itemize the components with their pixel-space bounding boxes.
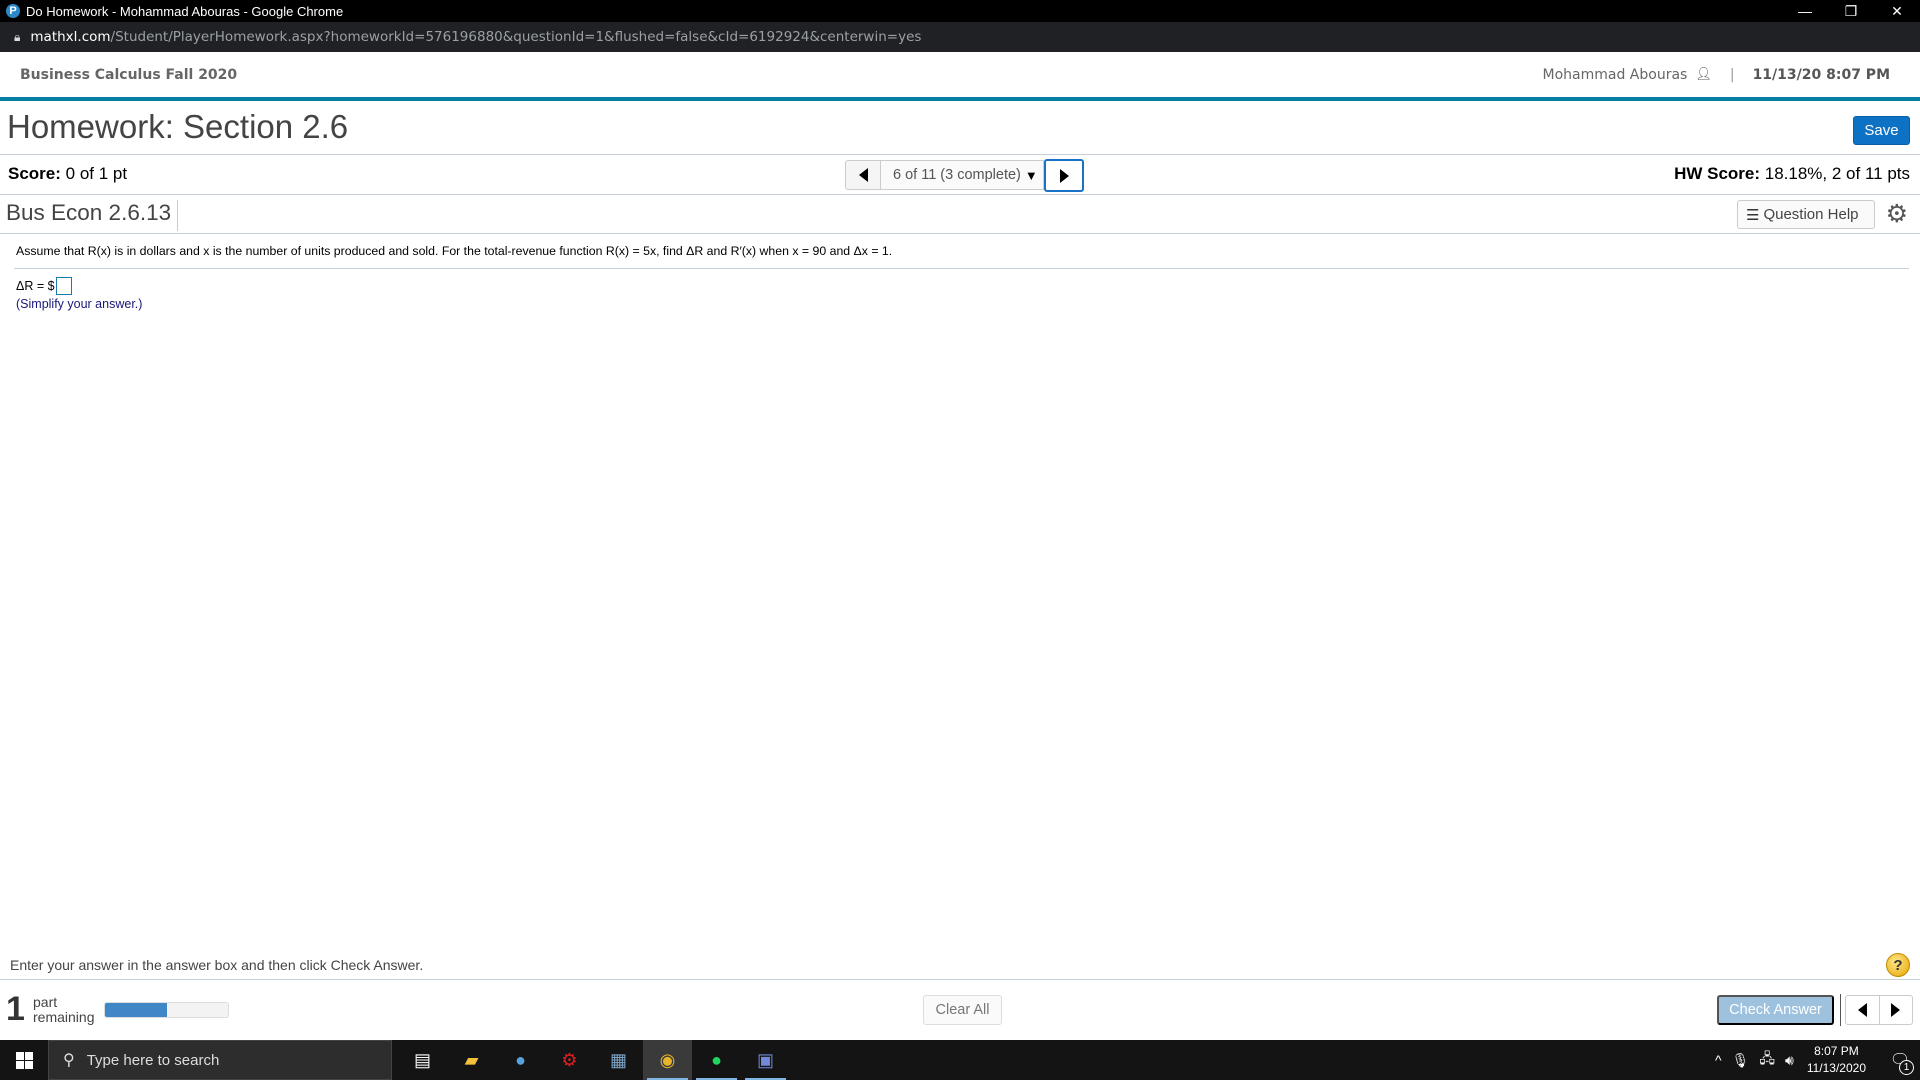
divider — [0, 194, 1920, 195]
course-name: Business Calculus Fall 2020 — [20, 66, 238, 83]
progress-bar — [104, 1002, 229, 1018]
divider — [0, 979, 1920, 980]
score-label: Score: — [8, 164, 61, 183]
question-help-label: Question Help — [1763, 206, 1859, 223]
clock-time: 8:07 PM — [1814, 1044, 1859, 1058]
header-datetime: 11/13/20 8:07 PM — [1752, 66, 1890, 83]
previous-part-button[interactable] — [1846, 996, 1880, 1024]
part-navigator — [1845, 995, 1913, 1025]
clear-all-button[interactable]: Clear All — [923, 995, 1002, 1025]
list-icon: ☰ — [1746, 206, 1760, 224]
windows-logo-icon — [15, 1051, 33, 1069]
search-icon: ⚲ — [63, 1052, 75, 1069]
triangle-right-icon — [1059, 168, 1069, 183]
question-id: Bus Econ 2.6.13 — [6, 200, 179, 231]
window-title: Do Homework - Mohammad Abouras - Google … — [26, 3, 344, 19]
notification-center-icon[interactable]: 🗨︎ 1 — [1880, 1040, 1920, 1080]
parts-remaining-label: part remaining — [33, 995, 94, 1025]
question-score: Score: 0 of 1 pt — [8, 164, 127, 184]
discord-icon[interactable]: ▣ — [741, 1040, 790, 1080]
parts-label-line2: remaining — [33, 1009, 95, 1025]
file-explorer-icon[interactable]: ▰ — [447, 1040, 496, 1080]
microphone-icon[interactable]: 🎙︎ — [1732, 1052, 1750, 1069]
close-button[interactable]: ✕ — [1874, 0, 1920, 22]
clock-date: 11/13/2020 — [1806, 1061, 1866, 1075]
course-header: Business Calculus Fall 2020 Mohammad Abo… — [0, 52, 1920, 101]
triangle-left-icon — [1857, 1003, 1867, 1017]
window-controls: — ❐ ✕ — [1782, 0, 1920, 22]
answer-line: ΔR = $ — [16, 277, 72, 295]
task-view-icon[interactable]: ▤ — [398, 1040, 447, 1080]
check-answer-button[interactable]: Check Answer — [1717, 995, 1834, 1025]
footer-instruction: Enter your answer in the answer box and … — [10, 957, 424, 973]
taskbar-search-placeholder: Type here to search — [86, 1051, 220, 1069]
answer-prefix: ΔR = $ — [16, 279, 55, 293]
question-selector-label: 6 of 11 (3 complete) — [893, 167, 1021, 183]
previous-question-button[interactable] — [845, 160, 880, 190]
hw-score-value: 18.18%, 2 of 11 pts — [1764, 164, 1910, 183]
header-separator: | — [1729, 66, 1735, 83]
volume-icon[interactable]: 🔊︎ — [1785, 1052, 1794, 1069]
next-question-button[interactable] — [1044, 159, 1084, 192]
answer-hint: (Simplify your answer.) — [16, 297, 143, 311]
hw-score: HW Score: 18.18%, 2 of 11 pts — [1674, 164, 1910, 184]
divider — [0, 233, 1920, 234]
hw-score-label: HW Score: — [1674, 164, 1761, 183]
lock-icon: 🔒︎ — [14, 29, 21, 44]
score-value: 0 of 1 pt — [65, 164, 128, 183]
url-host: mathxl.com — [30, 29, 111, 45]
page-title: Homework: Section 2.6 — [7, 108, 349, 145]
parts-label-line1: part — [33, 994, 58, 1010]
next-part-button[interactable] — [1880, 996, 1913, 1024]
triangle-left-icon — [858, 168, 868, 182]
user-name[interactable]: Mohammad Abouras — [1543, 67, 1688, 83]
system-tray: ^ 🎙︎ 🖧︎ 🔊︎ 8:07 PM 11/13/2020 🗨︎ 1 — [1710, 1040, 1920, 1080]
network-icon[interactable]: 🖧︎ — [1759, 1048, 1775, 1072]
url-path: /Student/PlayerHomework.aspx?homeworkId=… — [110, 29, 922, 45]
calculator-icon[interactable]: ▦ — [594, 1040, 643, 1080]
spotify-icon[interactable]: ● — [692, 1040, 741, 1080]
app-red-gear-icon[interactable]: ⚙ — [545, 1040, 594, 1080]
triangle-right-icon — [1891, 1003, 1901, 1017]
chrome-icon[interactable]: ◉ — [643, 1040, 692, 1080]
pearson-logo-icon: P — [6, 4, 20, 18]
gear-icon[interactable]: ⚙ — [1886, 199, 1908, 229]
taskbar-search[interactable]: ⚲ Type here to search — [48, 1040, 392, 1080]
parts-remaining-count: 1 — [6, 990, 25, 1028]
divider — [0, 154, 1920, 155]
divider — [14, 268, 1909, 269]
notification-badge: 1 — [1899, 1060, 1914, 1075]
minimize-button[interactable]: — — [1782, 0, 1828, 22]
divider — [1840, 994, 1841, 1026]
start-button[interactable] — [0, 1040, 48, 1080]
question-selector[interactable]: 6 of 11 (3 complete) ▼ — [880, 160, 1044, 190]
caret-down-icon: ▼ — [1024, 167, 1038, 183]
taskbar-clock[interactable]: 8:07 PM 11/13/2020 — [1807, 1043, 1866, 1077]
chevron-up-icon[interactable]: ^ — [1715, 1052, 1722, 1068]
address-bar[interactable]: 🔒︎ mathxl.com /Student/PlayerHomework.as… — [0, 22, 1920, 52]
answer-input[interactable] — [55, 277, 72, 295]
browser-titlebar: P Do Homework - Mohammad Abouras - Googl… — [0, 0, 1920, 22]
question-text: Assume that R(x) is in dollars and x is … — [16, 244, 893, 258]
question-help-button[interactable]: ☰ Question Help — [1737, 200, 1875, 229]
steam-icon[interactable]: ● — [496, 1040, 545, 1080]
user-icon: 👤︎ — [1695, 67, 1712, 82]
save-button[interactable]: Save — [1853, 116, 1910, 145]
help-icon[interactable]: ? — [1886, 953, 1910, 977]
restore-button[interactable]: ❐ — [1828, 0, 1874, 22]
progress-fill — [105, 1003, 167, 1017]
question-navigator: 6 of 11 (3 complete) ▼ — [845, 159, 1084, 192]
taskbar: ⚲ Type here to search ▤ ▰ ● ⚙ ▦ ◉ ● ▣ ^ … — [0, 1040, 1920, 1080]
